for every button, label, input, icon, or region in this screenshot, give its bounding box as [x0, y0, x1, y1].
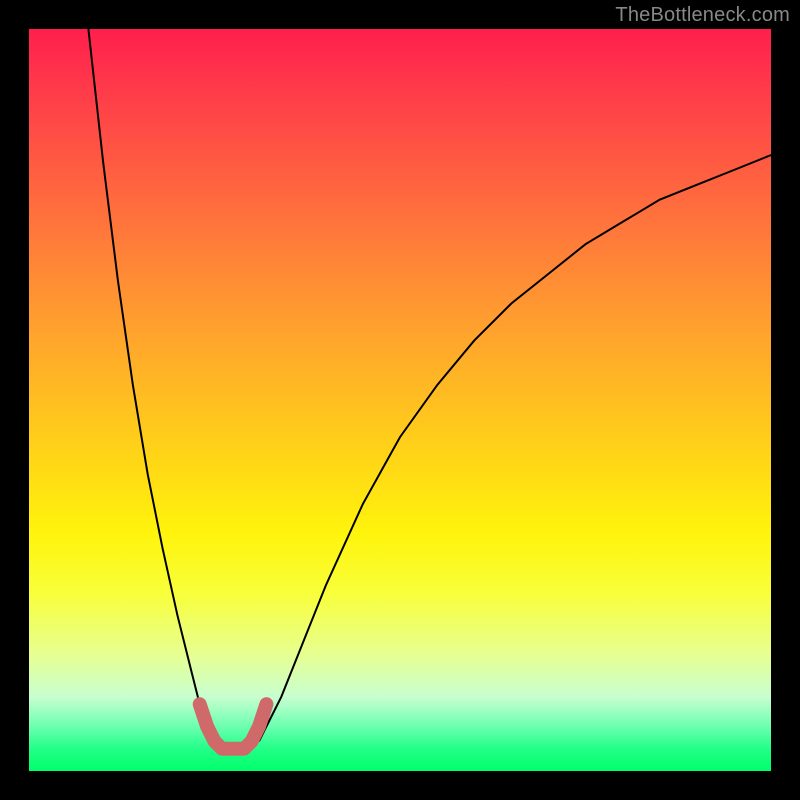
watermark-text: TheBottleneck.com: [615, 4, 790, 27]
plot-gradient-background: [29, 29, 771, 771]
chart-frame: TheBottleneck.com: [0, 0, 800, 800]
